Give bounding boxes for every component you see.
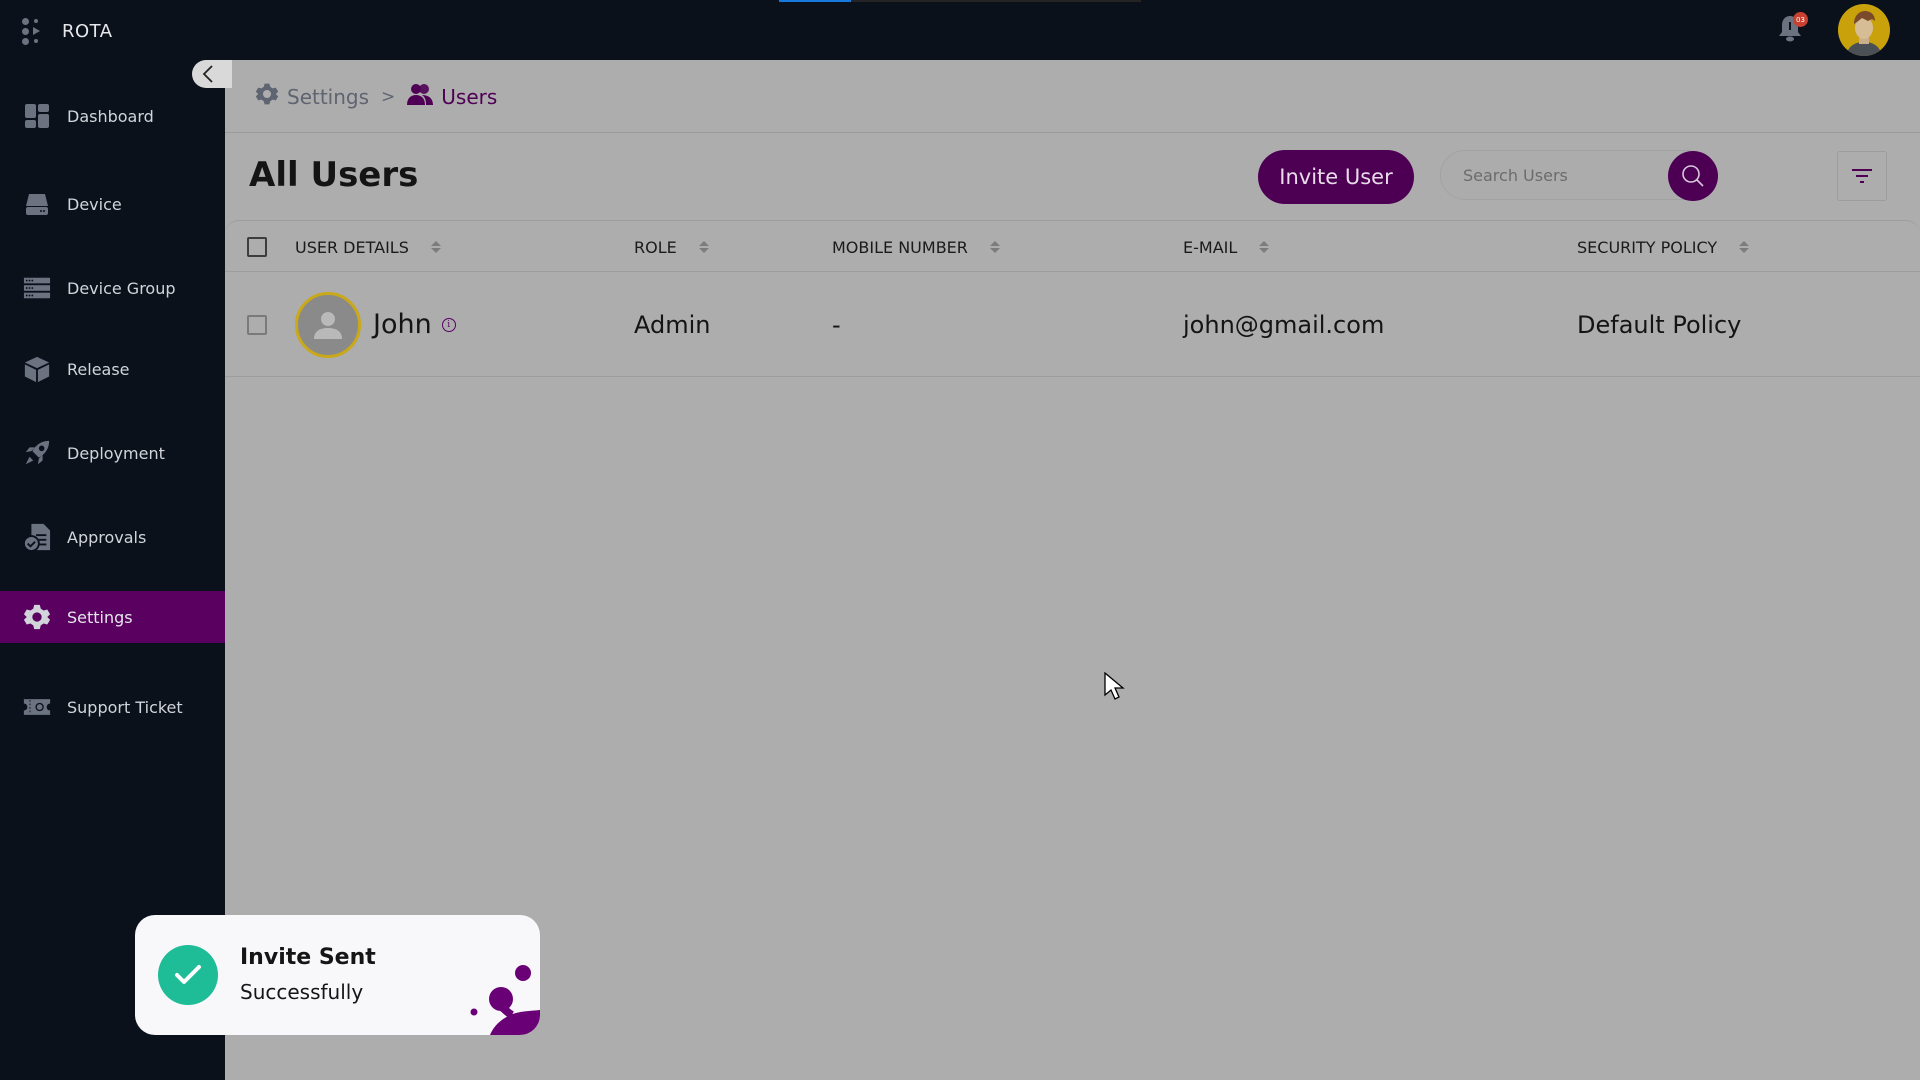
search-button[interactable] (1668, 151, 1718, 201)
gear-icon (23, 603, 51, 631)
email-cell: john@gmail.com (1183, 310, 1385, 339)
header-divider (225, 132, 1920, 133)
security-policy-cell: Default Policy (1577, 310, 1742, 339)
row-checkbox[interactable] (247, 314, 267, 335)
device-group-icon (23, 274, 51, 302)
sidebar-item-device-group[interactable]: Device Group (0, 262, 225, 314)
column-label: USER DETAILS (295, 237, 409, 257)
profile-avatar[interactable] (1838, 4, 1890, 56)
invite-user-button[interactable]: Invite User (1258, 150, 1414, 204)
column-email[interactable]: E-MAIL (1183, 221, 1270, 273)
sidebar-item-support-ticket[interactable]: Support Ticket (0, 681, 225, 733)
breadcrumb: Settings > Users (255, 82, 497, 111)
device-icon (23, 190, 51, 218)
users-table: USER DETAILS ROLE MOBILE NUMBER E-MAIL S… (225, 220, 1920, 377)
toast-title: Invite Sent (240, 945, 376, 970)
sort-icon[interactable] (1259, 241, 1270, 253)
ticket-icon (23, 693, 51, 721)
success-toast[interactable]: Invite Sent Successfully (135, 915, 540, 1035)
person-icon (314, 311, 342, 339)
sidebar-item-settings[interactable]: Settings (0, 591, 225, 643)
page-title: All Users (249, 155, 419, 195)
sort-icon[interactable] (430, 241, 441, 253)
role-cell: Admin (634, 310, 711, 339)
breadcrumb-users: Users (441, 84, 498, 109)
logo-icon (22, 18, 44, 45)
notification-badge: 03 (1793, 12, 1808, 27)
column-security-policy[interactable]: SECURITY POLICY (1577, 221, 1750, 273)
sort-icon[interactable] (989, 241, 1000, 253)
sidebar-item-label: Device (67, 194, 122, 214)
table-row[interactable]: John i Admin - john@gmail.com Default Po… (225, 272, 1920, 377)
sidebar-item-label: Approvals (67, 527, 147, 547)
top-bar: ROTA (0, 0, 1920, 60)
sidebar-item-label: Device Group (67, 278, 176, 298)
sidebar-item-release[interactable]: Release (0, 343, 225, 395)
user-avatar (295, 291, 361, 358)
check-circle-icon (158, 945, 218, 1005)
release-box-icon (23, 355, 51, 383)
rocket-icon (23, 439, 51, 467)
gear-icon (255, 82, 279, 111)
collapse-sidebar-button[interactable] (192, 60, 232, 88)
column-label: E-MAIL (1183, 237, 1238, 257)
select-all-cell (247, 221, 267, 273)
sort-icon[interactable] (1739, 241, 1750, 253)
search-icon (1682, 165, 1704, 187)
breadcrumb-settings-link[interactable]: Settings (287, 85, 369, 109)
decorative-splash-icon (470, 965, 540, 1035)
loading-progress-bar (779, 0, 1141, 2)
users-icon (407, 83, 434, 110)
filter-icon (1852, 169, 1872, 183)
app-name: ROTA (62, 20, 113, 42)
sidebar-item-deployment[interactable]: Deployment (0, 427, 225, 479)
sidebar-item-label: Dashboard (67, 106, 154, 126)
sidebar-item-approvals[interactable]: Approvals (0, 511, 225, 563)
column-label: SECURITY POLICY (1577, 237, 1718, 257)
app-logo[interactable]: ROTA (22, 18, 113, 45)
filter-button[interactable] (1837, 151, 1887, 201)
row-select-cell (247, 272, 267, 377)
sidebar-item-label: Support Ticket (67, 697, 183, 717)
breadcrumb-separator: > (381, 86, 396, 107)
column-role[interactable]: ROLE (634, 221, 709, 273)
select-all-checkbox[interactable] (247, 237, 267, 257)
table-header: USER DETAILS ROLE MOBILE NUMBER E-MAIL S… (225, 220, 1920, 272)
sidebar-item-dashboard[interactable]: Dashboard (0, 90, 225, 142)
user-portrait-icon (1846, 11, 1882, 56)
sidebar-item-label: Settings (67, 607, 133, 627)
column-label: ROLE (634, 237, 677, 257)
approvals-icon (23, 523, 51, 552)
sidebar-item-label: Deployment (67, 443, 165, 463)
sort-icon[interactable] (698, 241, 709, 253)
toast-message: Successfully (240, 980, 364, 1004)
column-mobile-number[interactable]: MOBILE NUMBER (832, 221, 1000, 273)
user-name[interactable]: John (373, 309, 432, 340)
column-label: MOBILE NUMBER (832, 237, 968, 257)
loading-progress-fill (779, 0, 852, 2)
mobile-cell: - (832, 310, 841, 339)
dashboard-icon (23, 102, 51, 130)
column-user-details[interactable]: USER DETAILS (295, 221, 441, 273)
info-icon[interactable]: i (441, 317, 456, 332)
sidebar-item-device[interactable]: Device (0, 178, 225, 230)
chevron-left-icon (202, 65, 213, 83)
user-details-cell: John i (295, 272, 456, 377)
sidebar-item-label: Release (67, 359, 130, 379)
